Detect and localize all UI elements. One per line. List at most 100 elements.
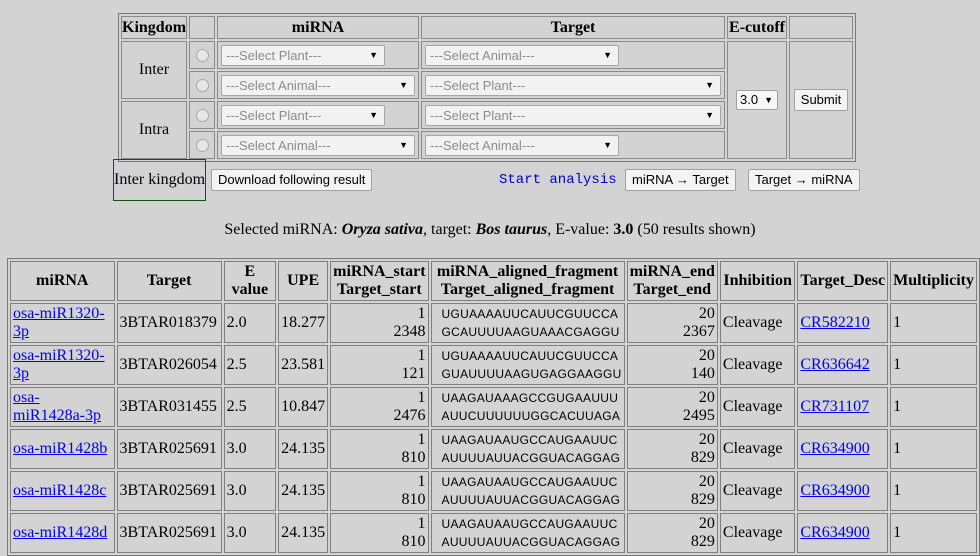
target-fragment: AUUUUAUUACGGUACAGGAG	[441, 451, 621, 465]
mirna-link[interactable]: osa-miR1428b	[13, 440, 107, 457]
target-fragment: AUUCUUUUUUGGCACUUAGA	[441, 409, 621, 423]
target-start: 2476	[393, 407, 426, 424]
radio-cell	[189, 101, 216, 129]
table-row: osa-miR1428c 3BTAR025691 3.0 24.135 1 810 UAAG…	[10, 471, 977, 511]
col-mirna-start: miRNA_start	[333, 263, 426, 280]
mirna-link[interactable]: osa-miR1320-3p	[13, 347, 105, 382]
inhibition-cell: Cleavage	[719, 513, 796, 553]
dropdown-arrow-icon: ▼	[603, 139, 613, 150]
mirna-end: 20	[698, 515, 715, 532]
results-table: miRNA Target E value UPE miRNA_start Targ…	[7, 258, 980, 556]
target-cell: 3BTAR025691	[116, 429, 222, 469]
mirna-end: 20	[698, 473, 715, 490]
dropdown-arrow-icon: ▼	[705, 109, 715, 120]
summary-count: (50 results shown)	[633, 221, 756, 238]
target-select-cell: ---Select Animal--- ▼	[421, 41, 726, 69]
mirna-to-target-button[interactable]: miRNA → Target	[625, 169, 736, 191]
mirna-link[interactable]: osa-miR1428a-3p	[13, 389, 101, 424]
end-cell: 20 829	[626, 513, 718, 553]
inhibition-cell: Cleavage	[719, 387, 796, 427]
select-value: ---Select Animal---	[430, 137, 535, 153]
target-start: 121	[401, 365, 426, 382]
target-to-mirna-button[interactable]: Target → miRNA	[748, 169, 860, 191]
evalue-cell: 2.0	[223, 303, 277, 343]
target-end: 829	[690, 449, 715, 466]
inhibition-cell: Cleavage	[719, 303, 796, 343]
end-cell: 20 2495	[626, 387, 718, 427]
col-target-fragment: Target_aligned_fragment	[440, 281, 615, 298]
multiplicity-cell: 1	[890, 429, 977, 469]
results-body: osa-miR1320-3p 3BTAR018379 2.0 18.277 1 2348 U…	[10, 303, 977, 553]
target-end: 2495	[682, 407, 715, 424]
mirna-start: 1	[417, 515, 426, 532]
target-desc-link[interactable]: CR582210	[800, 314, 869, 331]
mirna-link[interactable]: osa-miR1428d	[13, 524, 107, 541]
target-desc-link[interactable]: CR634900	[800, 524, 869, 541]
mirna-link[interactable]: osa-miR1320-3p	[13, 305, 105, 340]
evalue-cell: 3.0	[223, 429, 277, 469]
radio-intra-plant-plant[interactable]	[195, 108, 209, 122]
desc-cell: CR731107	[797, 387, 889, 427]
radio-inter-animal-plant[interactable]	[195, 78, 209, 92]
table-row: osa-miR1320-3p 3BTAR018379 2.0 18.277 1 2348 U…	[10, 303, 977, 343]
target-start: 810	[401, 449, 426, 466]
mirna-select-inter-animal[interactable]: ---Select Animal--- ▼	[221, 74, 416, 96]
inhibition-cell: Cleavage	[719, 429, 796, 469]
target-desc-link[interactable]: CR634900	[800, 440, 869, 457]
mirna-fragment: UGUAAAAUUCAUUCGUUCCA	[441, 307, 619, 321]
target-select-intra-animal[interactable]: ---Select Animal--- ▼	[425, 134, 620, 156]
fragment-cell: UAAGAUAAUGCCAUGAAUUC AUUUUAUUACGGUACAGGAG	[430, 429, 625, 469]
mirna-link[interactable]: osa-miR1428c	[13, 482, 106, 499]
target-start: 810	[401, 533, 426, 550]
target-cell: 3BTAR018379	[116, 303, 222, 343]
mode-label: Inter kingdom	[113, 159, 206, 201]
target-select-cell: ---Select Plant--- ▼	[421, 71, 726, 99]
radio-header	[189, 16, 216, 39]
col-target-start: Target_start	[336, 281, 422, 298]
ecutoff-select[interactable]: 3.0 ▼	[736, 90, 779, 110]
upe-cell: 24.135	[278, 429, 329, 469]
start-analysis-link[interactable]: Start analysis	[499, 172, 617, 188]
dropdown-arrow-icon: ▼	[369, 109, 379, 120]
evalue-cell: 3.0	[223, 513, 277, 553]
mirna-header: miRNA	[217, 16, 420, 39]
select-value: ---Select Animal---	[226, 77, 331, 93]
radio-cell	[189, 71, 216, 99]
mirna-fragment: UAAGAUAAUGCCAUGAAUUC	[441, 475, 618, 489]
target-select-cell: ---Select Plant--- ▼	[421, 101, 726, 129]
target-fragment: GUAUUUUAAGUGAGGAAGGU	[441, 367, 622, 381]
desc-cell: CR634900	[797, 429, 889, 469]
mirna-fragment: UAAGAUAAAGCCGUGAAUUU	[441, 391, 619, 405]
radio-intra-animal-animal[interactable]	[195, 138, 209, 152]
end-cell: 20 829	[626, 471, 718, 511]
mirna-start: 1	[417, 431, 426, 448]
kingdom-intra-label: Intra	[121, 101, 188, 159]
fragment-cell: UAAGAUAAAGCCGUGAAUUU AUUCUUUUUUGGCACUUAGA	[430, 387, 625, 427]
summary-evalue: 3.0	[613, 221, 634, 238]
desc-cell: CR634900	[797, 471, 889, 511]
mirna-end: 20	[698, 305, 715, 322]
target-select-inter-plant[interactable]: ---Select Plant--- ▼	[425, 74, 722, 96]
upe-cell: 24.135	[278, 513, 329, 553]
mirna-select-intra-plant[interactable]: ---Select Plant--- ▼	[221, 104, 386, 126]
submit-button[interactable]: Submit	[793, 89, 849, 111]
kingdom-inter-label: Inter	[121, 41, 188, 99]
col-multiplicity: Multiplicity	[890, 261, 977, 301]
target-fragment: AUUUUAUUACGGUACAGGAG	[441, 535, 621, 549]
target-desc-link[interactable]: CR731107	[800, 398, 869, 415]
mirna-select-inter-plant[interactable]: ---Select Plant--- ▼	[221, 44, 386, 66]
desc-cell: CR636642	[797, 345, 889, 385]
target-end: 140	[690, 365, 715, 382]
target-desc-link[interactable]: CR634900	[800, 482, 869, 499]
mirna-select-intra-animal[interactable]: ---Select Animal--- ▼	[221, 134, 416, 156]
target-desc-link[interactable]: CR636642	[800, 356, 869, 373]
download-result-button[interactable]: Download following result	[211, 169, 373, 191]
end-cell: 20 829	[626, 429, 718, 469]
inhibition-cell: Cleavage	[719, 471, 796, 511]
target-select-intra-plant[interactable]: ---Select Plant--- ▼	[425, 104, 722, 126]
radio-inter-plant-animal[interactable]	[195, 48, 209, 62]
target-fragment: AUUUUAUUACGGUACAGGAG	[441, 493, 621, 507]
target-select-inter-animal[interactable]: ---Select Animal--- ▼	[425, 44, 620, 66]
start-cell: 1 2348	[330, 303, 429, 343]
radio-cell	[189, 131, 216, 159]
